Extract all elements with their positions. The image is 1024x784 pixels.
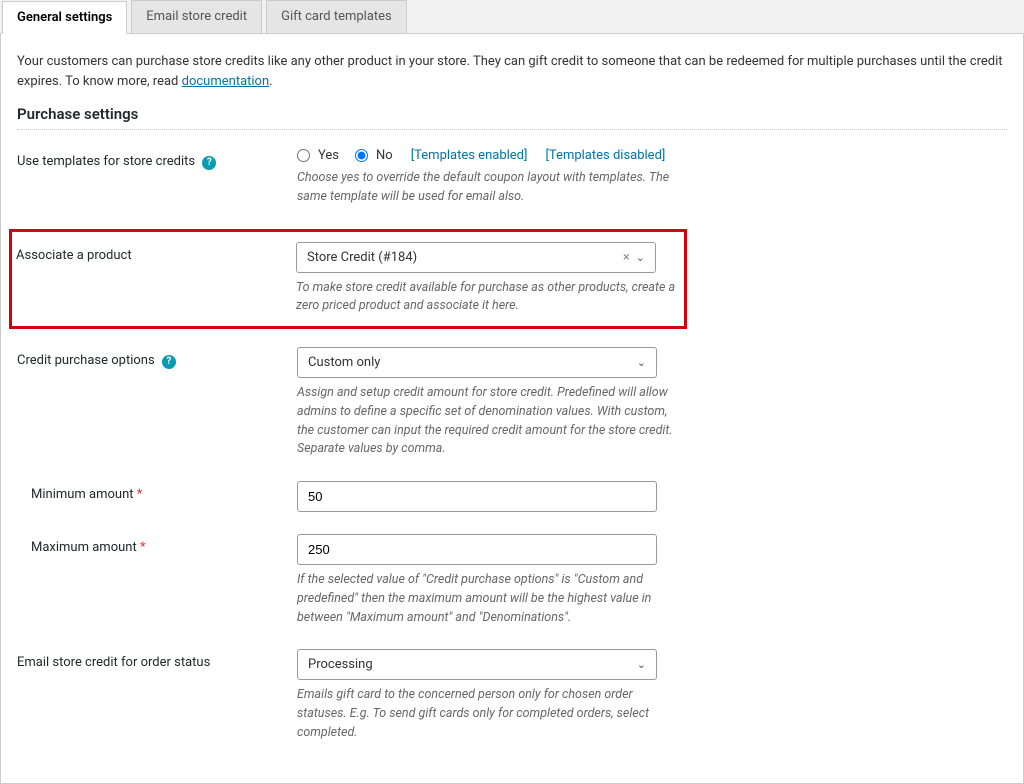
radio-no-label: No [376,148,393,163]
chevron-down-icon: ⌄ [636,251,645,264]
control-email-order-status: Processing ⌄ Emails gift card to the con… [297,649,677,742]
label-maximum-amount-text: Maximum amount [31,540,137,555]
select-purchase-options[interactable]: Custom only ⌄ [297,347,657,378]
radio-no[interactable] [355,149,368,162]
desc-email-order-status: Emails gift card to the concerned person… [297,686,677,742]
desc-use-templates: Choose yes to override the default coupo… [297,169,677,207]
help-icon[interactable]: ? [202,156,216,170]
label-minimum-amount: Minimum amount * [17,481,297,502]
control-associate-product: Store Credit (#184) ×⌄ To make store cre… [296,242,676,317]
select-associate-product-value: Store Credit (#184) [307,250,417,265]
input-minimum-amount[interactable] [308,489,646,504]
tab-email-store-credit[interactable]: Email store credit [131,0,262,33]
row-use-templates: Use templates for store credits ? Yes No… [17,148,1007,207]
label-associate-product: Associate a product [16,242,296,263]
control-use-templates: Yes No [Templates enabled] [Templates di… [297,148,677,207]
select-email-order-status[interactable]: Processing ⌄ [297,649,657,680]
desc-maximum-amount: If the selected value of "Credit purchas… [297,571,677,627]
chevron-down-icon: ⌄ [637,658,646,671]
label-use-templates: Use templates for store credits ? [17,148,297,170]
label-purchase-options: Credit purchase options ? [17,347,297,369]
label-minimum-amount-text: Minimum amount [31,487,134,502]
desc-associate-product: To make store credit available for purch… [296,279,676,317]
desc-purchase-options: Assign and setup credit amount for store… [297,384,677,459]
row-maximum-amount: Maximum amount * If the selected value o… [17,534,1007,627]
link-templates-enabled[interactable]: [Templates enabled] [411,148,528,163]
select-purchase-options-value: Custom only [308,355,380,370]
tab-gift-card-templates[interactable]: Gift card templates [266,0,407,33]
row-minimum-amount: Minimum amount * [17,481,1007,512]
documentation-link[interactable]: documentation [182,74,270,89]
select-email-order-status-value: Processing [308,657,373,672]
chevron-down-icon: ⌄ [637,356,646,369]
row-email-order-status: Email store credit for order status Proc… [17,649,1007,742]
intro-after: . [269,74,272,89]
highlight-associate-product: Associate a product Store Credit (#184) … [9,229,687,330]
clear-icon[interactable]: × [623,250,630,265]
required-indicator: * [140,540,146,555]
settings-panel: Your customers can purchase store credit… [0,34,1024,784]
intro-text: Your customers can purchase store credit… [17,52,1007,91]
label-maximum-amount: Maximum amount * [17,534,297,555]
tab-general-settings[interactable]: General settings [2,1,127,34]
radio-yes[interactable] [297,149,310,162]
control-minimum-amount [297,481,677,512]
input-maximum-amount[interactable] [308,542,646,557]
radio-group-templates: Yes No [Templates enabled] [Templates di… [297,148,677,163]
label-use-templates-text: Use templates for store credits [17,154,195,169]
row-associate-product: Associate a product Store Credit (#184) … [16,242,680,317]
required-indicator: * [137,487,143,502]
label-email-order-status: Email store credit for order status [17,649,297,670]
select-associate-product[interactable]: Store Credit (#184) ×⌄ [296,242,656,273]
radio-yes-label: Yes [318,148,339,163]
intro-before: Your customers can purchase store credit… [17,54,1003,89]
link-templates-disabled[interactable]: [Templates disabled] [545,148,665,163]
label-purchase-options-text: Credit purchase options [17,353,155,368]
control-maximum-amount: If the selected value of "Credit purchas… [297,534,677,627]
control-purchase-options: Custom only ⌄ Assign and setup credit am… [297,347,677,459]
select-associate-actions: ×⌄ [623,250,645,265]
section-title-purchase-settings: Purchase settings [17,105,1007,130]
row-purchase-options: Credit purchase options ? Custom only ⌄ … [17,347,1007,459]
help-icon[interactable]: ? [162,355,176,369]
tabs-bar: General settings Email store credit Gift… [0,0,1024,34]
